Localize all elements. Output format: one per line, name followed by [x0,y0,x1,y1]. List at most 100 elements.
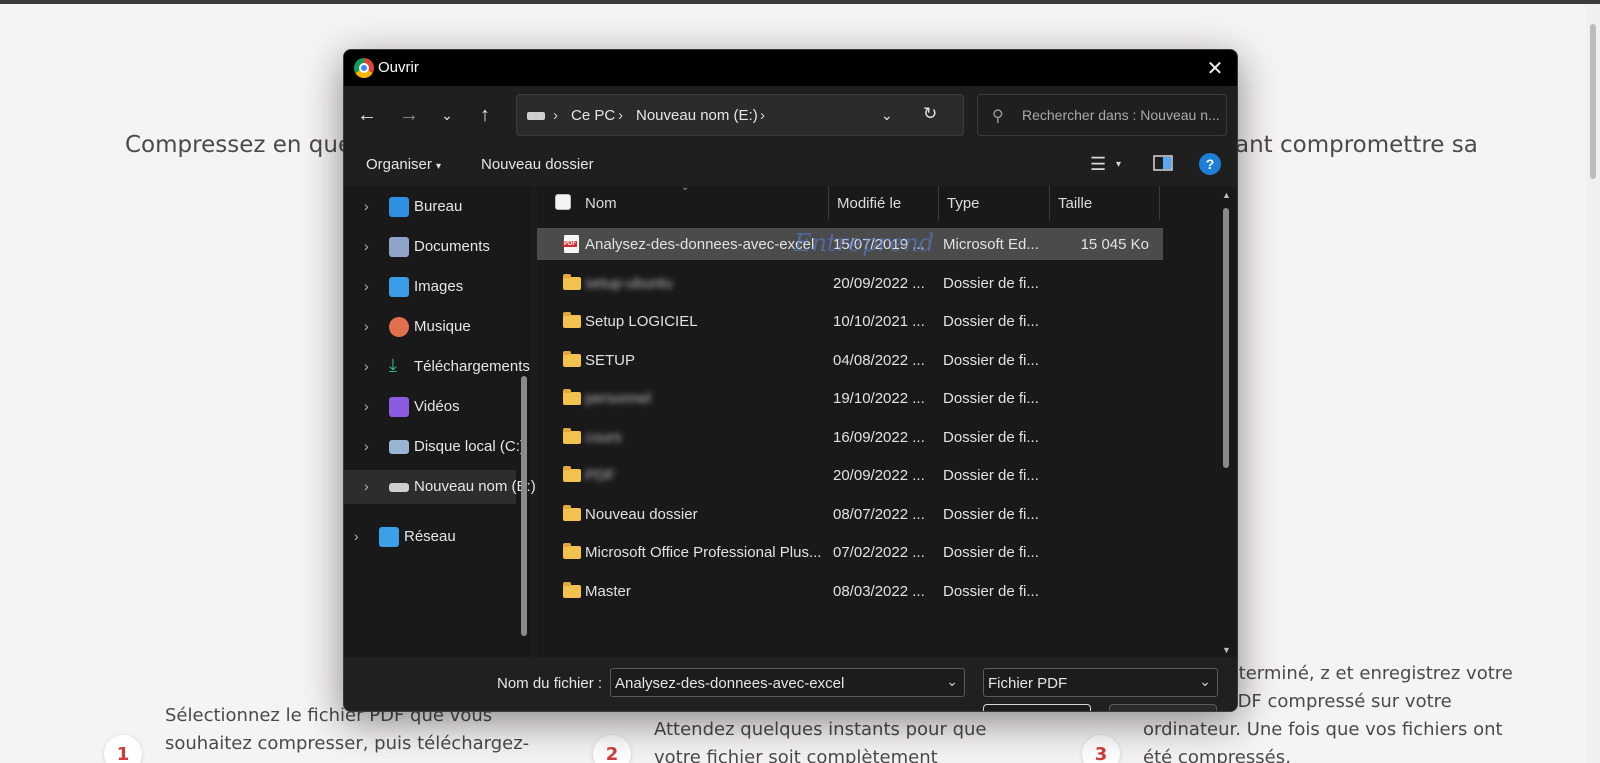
step-1-number: 1 [104,735,142,763]
scroll-up-icon[interactable]: ▲ [1222,190,1231,200]
chevron-down-icon[interactable]: ⌄ [946,673,958,690]
navigation-pane: › Bureau › Documents › Images › Musique … [344,186,536,657]
column-header-modified[interactable]: Modifié le [837,195,901,212]
column-header-type[interactable]: Type [947,195,980,212]
chevron-right-icon[interactable]: › [364,278,369,294]
help-icon[interactable]: ? [1199,153,1221,175]
file-modified: 10/10/2021 ... [833,313,925,330]
file-list: ⌄ Nom Modifié le Type Taille Analysez-de… [537,182,1237,657]
address-dropdown-button[interactable]: ⌄ [881,107,893,124]
open-file-dialog: Ouvrir ✕ ← → ⌄ ↑ › Ce PC › Nouveau nom (… [343,49,1238,712]
caret-down-icon: ▾ [436,161,442,172]
cancel-button[interactable]: Annuler [1109,704,1217,711]
page-scrollbar-thumb[interactable] [1590,24,1596,179]
up-button[interactable]: ↑ [470,101,500,129]
chevron-right-icon[interactable]: › [364,238,369,254]
sidebar-item-images[interactable]: › Images [344,270,516,304]
open-button[interactable]: Ouvrir [983,704,1091,711]
filename-input[interactable]: Analysez-des-donnees-avec-excel ⌄ [610,668,965,697]
folder-icon [563,504,581,521]
navigation-bar: ← → ⌄ ↑ › Ce PC › Nouveau nom (E:) › ⌄ ↻… [344,86,1237,144]
chevron-down-icon[interactable]: ⌄ [1199,673,1211,690]
file-list-scrollbar-thumb[interactable] [1223,208,1229,468]
chevron-right-icon[interactable]: › [354,528,359,544]
back-button[interactable]: ← [352,101,382,129]
view-list-icon[interactable]: ☰ [1090,154,1106,175]
close-button[interactable]: ✕ [1201,54,1229,82]
documents-icon [389,237,409,257]
chevron-right-icon[interactable]: › [364,398,369,414]
organize-button[interactable]: Organiser ▾ [366,156,441,173]
table-row[interactable]: PDF 20/09/2022 ... Dossier de fi... [537,459,1163,491]
sidebar-item-telechargements[interactable]: › ⤓ Téléchargements [344,350,530,384]
sidebar-item-musique[interactable]: › Musique [344,310,516,344]
table-row[interactable]: setup-ubuntu 20/09/2022 ... Dossier de fi.… [537,267,1163,299]
navigation-pane-scrollbar-thumb[interactable] [521,376,527,636]
scroll-down-icon[interactable]: ▼ [1222,645,1231,655]
table-row[interactable]: Setup LOGICIEL 10/10/2021 ... Dossier de f… [537,305,1163,337]
table-row[interactable]: Nouveau dossier 08/07/2022 ... Dossier de … [537,498,1163,530]
watermark-logo: Entreprend [794,229,935,257]
sidebar-item-label: Bureau [414,198,463,215]
chrome-icon [354,58,374,78]
sidebar-item-disque-local-c[interactable]: › Disque local (C:) [344,430,525,464]
chevron-right-icon[interactable]: › [364,198,369,214]
filename-value[interactable]: Analysez-des-donnees-avec-excel [615,675,844,692]
table-row[interactable]: Microsoft Office Professional Plus... 07/… [537,536,1163,568]
chevron-right-icon[interactable]: › [364,438,369,454]
refresh-icon: ↻ [923,104,938,123]
file-modified: 08/03/2022 ... [833,582,925,600]
column-header-size[interactable]: Taille [1058,195,1092,212]
chevron-right-icon[interactable]: › [364,358,369,374]
file-name: cours [585,428,622,446]
view-options-caret-icon[interactable]: ▾ [1116,159,1121,170]
column-divider[interactable] [938,186,939,220]
recent-locations-button[interactable]: ⌄ [432,101,462,129]
column-divider[interactable] [828,186,829,220]
file-type: Dossier de fi... [943,544,1039,561]
arrow-up-icon: ↑ [480,103,490,126]
videos-icon [389,397,409,417]
preview-pane-icon[interactable] [1153,155,1173,176]
arrow-left-icon: ← [357,103,377,126]
file-modified: 04/08/2022 ... [833,351,925,369]
sidebar-item-nouveau-nom-e[interactable]: › Nouveau nom (E:) [344,470,536,504]
chevron-right-icon[interactable]: › [364,318,369,334]
breadcrumb-ce-pc[interactable]: Ce PC [571,107,615,124]
search-input[interactable] [1022,95,1222,135]
chevron-right-icon[interactable]: › [364,478,369,494]
column-header-name[interactable]: Nom [585,195,617,212]
sidebar-item-label: Images [414,278,464,295]
dialog-titlebar[interactable]: Ouvrir ✕ [344,50,1237,86]
folder-icon [563,312,581,328]
select-all-checkbox[interactable] [555,194,571,210]
table-row[interactable]: SETUP 04/08/2022 ... Dossier de fi... [537,344,1163,376]
column-divider[interactable] [1159,186,1160,220]
table-row[interactable]: Master 08/03/2022 ... Dossier de fi... [537,575,1163,607]
file-modified: 19/10/2022 ... [833,390,925,407]
search-box[interactable]: ⚲ [977,94,1227,136]
file-modified: 08/07/2022 ... [833,505,925,523]
sidebar-item-documents[interactable]: › Documents [344,230,516,264]
drive-icon [527,112,545,120]
page-scrollbar[interactable] [1586,4,1600,763]
sidebar-item-label: Nouveau nom (E:) [414,478,536,495]
sidebar-item-videos[interactable]: › Vidéos [344,390,516,424]
table-row[interactable]: cours 16/09/2022 ... Dossier de fi... [537,421,1163,453]
table-row[interactable]: personnel 19/10/2022 ... Dossier de fi... [537,382,1163,414]
forward-button[interactable]: → [394,101,424,129]
chevron-down-icon: ⌄ [881,107,893,123]
breadcrumb-drive-e[interactable]: Nouveau nom (E:) [636,107,758,124]
sidebar-item-reseau[interactable]: › Réseau [344,520,516,554]
refresh-button[interactable]: ↻ [923,104,937,124]
music-icon [389,317,409,337]
column-divider[interactable] [1049,186,1050,220]
file-list-scrollbar[interactable]: ▲ ▼ [1220,186,1234,657]
file-type: Microsoft Ed... [943,236,1039,253]
filetype-select[interactable]: Fichier PDF ⌄ [983,668,1218,697]
address-bar[interactable]: › Ce PC › Nouveau nom (E:) › ⌄ ↻ [516,94,964,136]
sidebar-item-label: Téléchargements [414,358,530,375]
sidebar-item-bureau[interactable]: › Bureau [344,190,516,224]
navigation-pane-scrollbar[interactable] [520,186,528,657]
new-folder-button[interactable]: Nouveau dossier [481,156,594,173]
